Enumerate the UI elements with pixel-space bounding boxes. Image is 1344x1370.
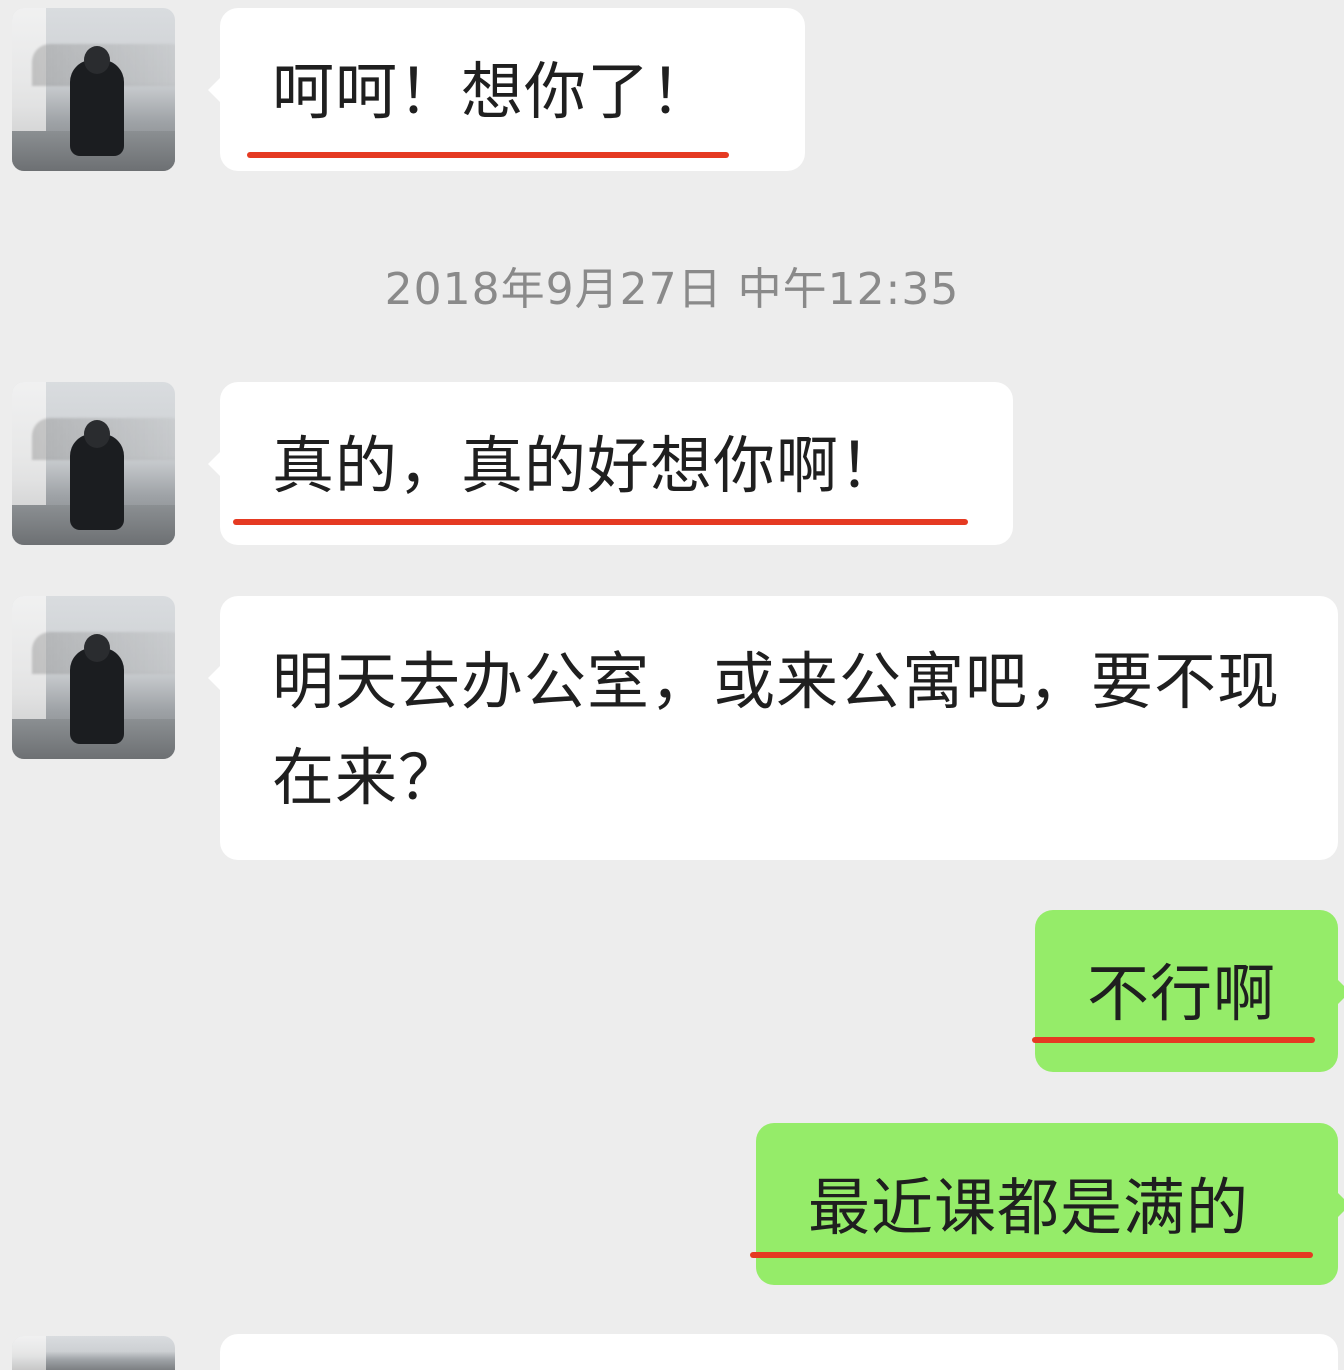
message-text: 明天去办公室，或来公寓吧，要不现在来？ bbox=[272, 645, 1281, 815]
incoming-message-bubble[interactable]: 真的，真的好想你啊！ bbox=[208, 382, 1013, 545]
avatar-photo-head bbox=[84, 420, 110, 448]
contact-avatar[interactable] bbox=[12, 596, 175, 759]
avatar-photo-fog bbox=[12, 1336, 46, 1370]
outgoing-message-bubble[interactable]: 最近课都是满的 bbox=[750, 1123, 1344, 1285]
avatar-photo-person bbox=[70, 648, 124, 744]
red-underline-annotation bbox=[1032, 1037, 1315, 1043]
message-text: 不行啊 bbox=[1087, 957, 1277, 1030]
red-underline-annotation bbox=[233, 519, 968, 525]
contact-avatar[interactable] bbox=[12, 382, 175, 545]
incoming-message-bubble[interactable]: 明天去办公室，或来公寓吧，要不现在来？ bbox=[208, 596, 1338, 860]
avatar-photo-head bbox=[84, 46, 110, 74]
avatar-photo-person bbox=[70, 60, 124, 156]
contact-avatar[interactable] bbox=[12, 8, 175, 171]
contact-avatar[interactable] bbox=[12, 1336, 175, 1370]
message-text: 呵呵！想你了！ bbox=[272, 55, 714, 128]
avatar-photo-head bbox=[84, 634, 110, 662]
red-underline-annotation bbox=[750, 1252, 1313, 1258]
avatar-photo-person bbox=[70, 434, 124, 530]
chat-timestamp: 2018年9月27日 中午12:35 bbox=[384, 264, 960, 315]
red-underline-annotation bbox=[247, 152, 729, 158]
incoming-message-bubble-partial[interactable] bbox=[220, 1334, 1338, 1370]
incoming-message-bubble[interactable]: 呵呵！想你了！ bbox=[208, 8, 805, 171]
message-text: 真的，真的好想你啊！ bbox=[272, 429, 903, 502]
message-text: 最近课都是满的 bbox=[808, 1171, 1250, 1244]
outgoing-message-bubble[interactable]: 不行啊 bbox=[1032, 910, 1344, 1072]
